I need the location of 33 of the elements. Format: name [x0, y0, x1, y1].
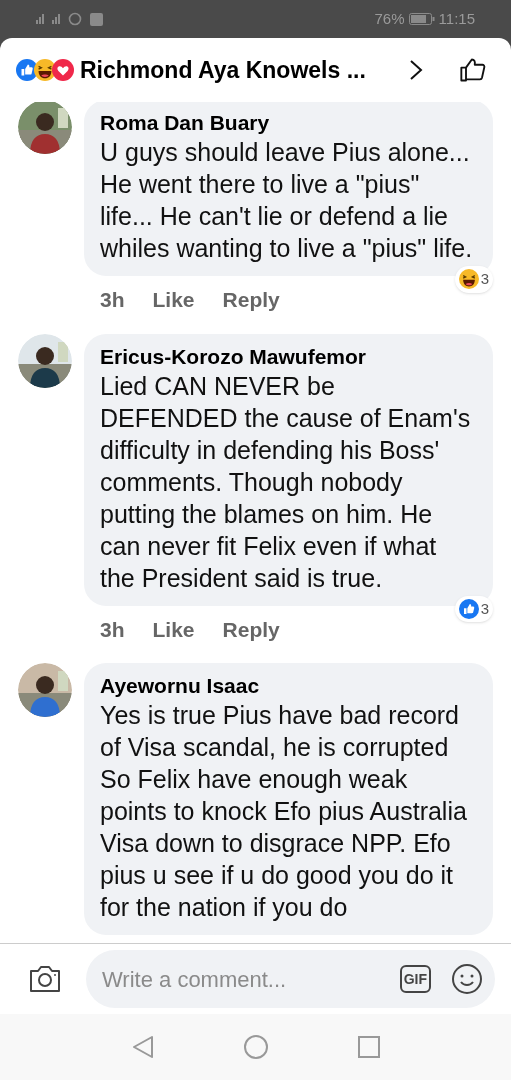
like-link[interactable]: Like [152, 284, 195, 316]
app-icon [90, 12, 103, 26]
commenter-name[interactable]: Ayewornu Isaac [100, 673, 477, 699]
reaction-count: 3 [480, 598, 489, 619]
commenter-name[interactable]: Roma Dan Buary [100, 110, 477, 136]
comment-time: 3h [100, 287, 125, 313]
gif-button[interactable]: GIF [399, 965, 431, 993]
recent-apps-icon[interactable] [357, 1036, 380, 1058]
home-icon[interactable] [243, 1035, 268, 1059]
laughing-face-icon [458, 269, 479, 290]
comment-text: Yes is true Pius have bad record of Visa scandal, he is corrupted So Felix have enough weak points to knock Efo pius Australia Visa down to disgrace NPP. Efo pius u see if u do good you do it for the nation if you do [100, 700, 468, 923]
post-title[interactable]: Richmond Aya Knowels ... [80, 52, 366, 88]
comment-time: 3h [100, 616, 125, 643]
reply-link[interactable]: Reply [222, 613, 280, 645]
thumbs-up-icon[interactable] [459, 56, 487, 84]
reply-link[interactable]: Reply [222, 284, 280, 316]
like-icon [458, 598, 479, 619]
comment-input[interactable]: Write a comment... GIF [86, 950, 495, 1008]
comment-text: U guys should leave Pius alone... He went there to live a "pius" life... He can't lie or defend a lie whiles wanting to live a "pius" life. [100, 137, 474, 264]
back-icon[interactable] [131, 1035, 154, 1059]
signal-icon [36, 14, 44, 24]
smiley-icon[interactable] [451, 963, 483, 995]
reaction-count: 3 [480, 269, 489, 289]
like-link[interactable]: Like [152, 613, 195, 645]
signal-icon [52, 14, 60, 24]
comment-text: Lied CAN NEVER be DEFENDED the cause of Enam's difficulty in defending his Boss' comments. Though nobody putting the blames on him. He can never fit Felix even if what the President said is true. [100, 370, 472, 594]
reaction-count-badge[interactable]: 3 [454, 266, 493, 293]
battery-icon [408, 13, 435, 25]
chevron-right-icon[interactable] [409, 59, 423, 81]
commenter-name[interactable]: Ericus-Korozo Mawufemor [100, 343, 477, 370]
camera-icon[interactable] [28, 964, 62, 994]
battery-percent: 76% [374, 8, 405, 29]
clock: 11:15 [438, 8, 475, 29]
